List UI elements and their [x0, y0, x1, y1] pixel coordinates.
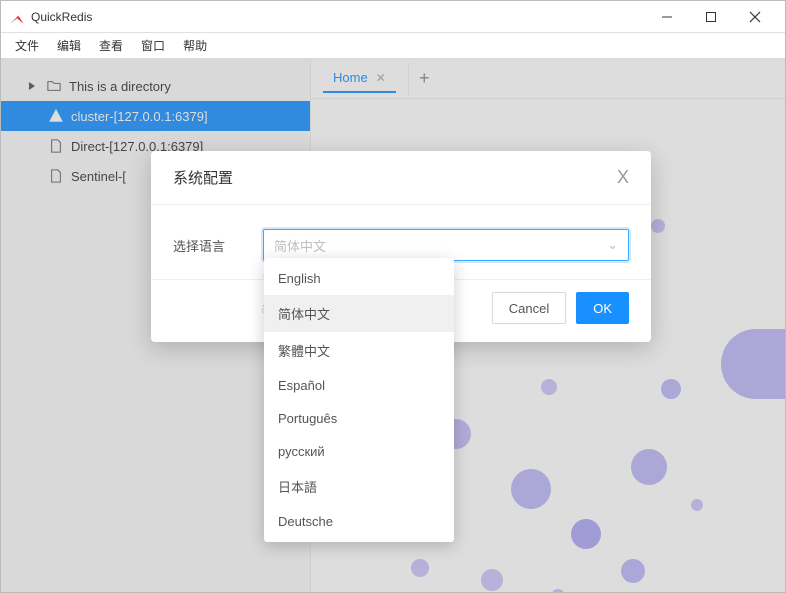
language-option[interactable]: 繁體中文	[264, 332, 454, 369]
menu-edit[interactable]: 编辑	[49, 35, 89, 56]
tab-label: Home	[333, 70, 368, 85]
minimize-button[interactable]	[645, 3, 689, 31]
language-select[interactable]: 简体中文 ⌄	[263, 229, 629, 261]
window-titlebar: QuickRedis	[1, 1, 785, 33]
modal-header: 系统配置 X	[151, 151, 651, 205]
tabbar: Home ✕ +	[311, 59, 785, 99]
menu-help[interactable]: 帮助	[175, 35, 215, 56]
file-icon	[49, 139, 63, 153]
tab-close-icon[interactable]: ✕	[376, 71, 386, 85]
menu-file[interactable]: 文件	[7, 35, 47, 56]
maximize-button[interactable]	[689, 3, 733, 31]
language-option[interactable]: English	[264, 262, 454, 295]
menu-view[interactable]: 查看	[91, 35, 131, 56]
menubar: 文件 编辑 查看 窗口 帮助	[1, 33, 785, 59]
window-title: QuickRedis	[31, 10, 645, 24]
language-option[interactable]: Español	[264, 369, 454, 402]
tree-item-label: This is a directory	[69, 79, 171, 94]
chevron-down-icon: ⌄	[607, 237, 618, 253]
language-option[interactable]: 简体中文	[264, 295, 454, 332]
language-option[interactable]: Português	[264, 402, 454, 435]
ok-button[interactable]: OK	[576, 292, 629, 324]
cancel-button[interactable]: Cancel	[492, 292, 566, 324]
language-option[interactable]: Deutsche	[264, 505, 454, 538]
tree-item-cluster[interactable]: cluster-[127.0.0.1:6379]	[1, 101, 310, 131]
app-logo-icon	[9, 9, 25, 25]
warning-icon	[49, 109, 63, 123]
tree-item-label: cluster-[127.0.0.1:6379]	[71, 109, 208, 124]
language-select-value: 简体中文	[274, 236, 326, 255]
language-option[interactable]: 日本語	[264, 468, 454, 505]
window-controls	[645, 3, 777, 31]
file-icon	[49, 169, 63, 183]
tree-item-directory[interactable]: This is a directory	[1, 71, 310, 101]
language-select-box[interactable]: 简体中文 ⌄	[263, 229, 629, 261]
folder-icon	[47, 79, 61, 93]
add-tab-button[interactable]: +	[408, 63, 440, 95]
caret-right-icon	[25, 79, 39, 93]
tree-item-label: Sentinel-[	[71, 169, 126, 184]
modal-close-icon[interactable]: X	[617, 167, 629, 188]
language-option[interactable]: русский	[264, 435, 454, 468]
tab-home[interactable]: Home ✕	[323, 64, 396, 93]
modal-title: 系统配置	[173, 167, 233, 188]
close-button[interactable]	[733, 3, 777, 31]
menu-window[interactable]: 窗口	[133, 35, 173, 56]
language-dropdown: English 简体中文 繁體中文 Español Português русс…	[264, 258, 454, 542]
language-field-label: 选择语言	[173, 236, 233, 255]
